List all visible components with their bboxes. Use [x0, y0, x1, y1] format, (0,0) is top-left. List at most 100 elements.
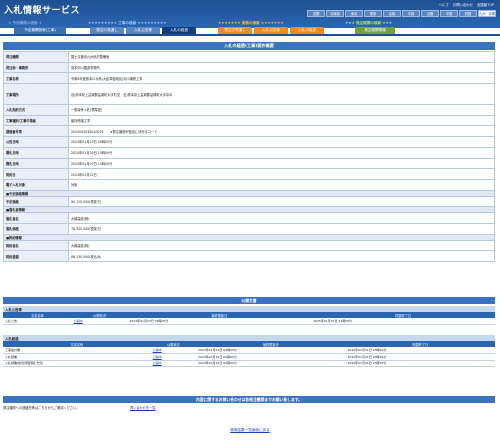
- table-row: 予定価格 90,120,000(税抜き): [3, 195, 495, 208]
- tab-construction-progress[interactable]: 入札の経過: [162, 27, 196, 34]
- back-to-results-link[interactable]: 検索結果一覧画面に戻る: [0, 428, 500, 433]
- row-value: 2024年02月22日: [68, 168, 495, 180]
- tab-construction-notice[interactable]: 入札公告等: [126, 27, 160, 34]
- tab-schedule-search[interactable]: 予定機関検索(工事): [14, 27, 66, 34]
- table-row: 発注機関 国土交通省九州地方整備局: [3, 51, 495, 63]
- region-tab-tohoku[interactable]: 東北: [345, 10, 363, 17]
- doc-name: 入札公告: [3, 318, 72, 325]
- row-label: 工事種別/工事の等級: [3, 114, 69, 127]
- doc-status-link[interactable]: 公開中: [150, 360, 197, 367]
- table-row: 工事種別/工事の等級 維持修繕工事: [3, 114, 495, 127]
- row-value: 自)熊本県上益城郡益城町大字杉堂 至)熊本県上益城郡益城町大字寺中: [68, 83, 495, 106]
- table-row: 開札日時 2024年01月30日 10時00分: [3, 146, 495, 159]
- row-label: 発注部・事務所: [3, 61, 69, 74]
- row-label: 予定価格: [3, 195, 69, 208]
- doc-name: 入札調書(総合評価落札方式): [3, 360, 151, 367]
- region-tab-chugoku[interactable]: 中国: [440, 10, 458, 17]
- table-row: 工事場所 自)熊本県上益城郡益城町大字杉堂 至)熊本県上益城郡益城町大字寺中: [3, 83, 495, 106]
- region-tabs: 全国 北海道 東北 関東 北陸 中部 近畿 中国 四国 九州・沖縄: [307, 10, 496, 17]
- row-label: 工事名称: [3, 72, 69, 85]
- table-row: 入札調書(総合評価落札方式) 公開中 2024年02月14日 09時00分 20…: [3, 360, 495, 367]
- table-row: 公告日時 2024年01月20日 09時00分: [3, 136, 495, 148]
- row-label: 落札者名: [3, 212, 69, 224]
- region-tab-national[interactable]: 全国: [307, 10, 325, 17]
- table-row: 発注部・事務所 熊本河川国道事務所: [3, 61, 495, 74]
- region-tab-shikoku[interactable]: 四国: [459, 10, 477, 17]
- row-label: 発注機関: [3, 51, 69, 63]
- row-value: 78,300,000(税抜き): [68, 222, 495, 235]
- table-row: 調達番号等 2024003030010019 ★発注機関が独自に決めるコード: [3, 125, 495, 138]
- table-row: 落札価格 78,300,000(税抜き): [3, 222, 495, 235]
- region-tab-hokkaido[interactable]: 北海道: [326, 10, 344, 17]
- tab-business-notice[interactable]: 入札公告等: [254, 27, 288, 34]
- row-value: 86,130,000(税込み): [68, 250, 495, 262]
- row-value: 大翼建設(株): [68, 212, 495, 224]
- row-value: 一般競争入札(標準型): [68, 104, 495, 116]
- row-value: 2024003030010019 ★発注機関が独自に決めるコード: [68, 125, 495, 138]
- documents-table-notice: 文書名称 公開状況 最終更新日 掲載終了日 入札公告 公開中 2024年01月2…: [3, 312, 495, 325]
- region-tab-kyushu[interactable]: 九州・沖縄: [478, 10, 496, 17]
- doc-status-link[interactable]: 公開中: [71, 318, 128, 325]
- tab-issuer-info[interactable]: 発注機関情報: [355, 27, 395, 34]
- region-tab-chubu[interactable]: 中部: [402, 10, 420, 17]
- contact-text: 発注機関への連絡先等はこちらからご確認ください。: [3, 406, 80, 410]
- category-schedule: ★ 予定機関の検索 ★: [8, 21, 43, 25]
- tab-business-outlook[interactable]: 発注の見通し: [218, 27, 252, 34]
- row-value: 令和6年度熊本川水系(大臣単独地区)河川補修工事: [68, 72, 495, 85]
- row-label: 入札契約方式: [3, 104, 69, 116]
- documents-title: 公開文書: [3, 297, 495, 304]
- row-value: 対象: [68, 178, 495, 191]
- table-row: 工事名称 令和6年度熊本川水系(大臣単独地区)河川補修工事: [3, 72, 495, 85]
- table-row: 契約者名 大翼建設(株): [3, 239, 495, 252]
- table-row: 契約日 2024年02月22日: [3, 168, 495, 180]
- region-tab-kinki[interactable]: 近畿: [421, 10, 439, 17]
- nav-divider: [0, 34, 500, 36]
- table-row: 入札公告 公開中 2024年01月23日 09時00分 2025年01月31日 …: [3, 318, 495, 325]
- row-value: 2024年01月20日 09時00分: [68, 136, 495, 148]
- row-label: 契約金額: [3, 250, 69, 262]
- top-links: ヘルプ お問い合わせ 全国版TOP: [439, 2, 494, 7]
- region-tab-hokuriku[interactable]: 北陸: [383, 10, 401, 17]
- row-value: 2024年01月30日 10時00分: [68, 146, 495, 159]
- documents-table-progress: 文書名称 公開状況 最終更新日 掲載終了日 工事設計書 公開中 2024年01月…: [3, 341, 495, 367]
- doc-updated: 2024年01月23日 09時00分: [127, 318, 312, 325]
- contact-list-link[interactable]: 問い合わせ先一覧: [130, 405, 156, 410]
- row-label: 開札日時: [3, 157, 69, 170]
- row-label: 工事場所: [3, 83, 69, 106]
- row-value: 熊本河川国道事務所: [68, 61, 495, 74]
- row-value: 90,120,000(税抜き): [68, 195, 495, 208]
- documents-block: 公開文書 入札公告等 文書名称 公開状況 最終更新日 掲載終了日 入札公告 公開…: [3, 297, 495, 367]
- row-label: 落札価格: [3, 222, 69, 235]
- table-row: 電子入札対象 対象: [3, 178, 495, 191]
- category-construction: ★★★★★★★★★ 工事の検索 ★★★★★★★★★: [88, 21, 167, 25]
- category-business: ★★★★★★★ 業務の検索 ★★★★★★★: [218, 21, 284, 25]
- region-tab-kanto[interactable]: 関東: [364, 10, 382, 17]
- row-label: 調達番号等: [3, 125, 69, 138]
- row-value: 大翼建設(株): [68, 239, 495, 252]
- table-row: 開札日時 2024年02月07日 10時00分: [3, 157, 495, 170]
- tab-construction-outlook[interactable]: 発注の見通し: [90, 27, 124, 34]
- row-value: 国土交通省九州地方整備局: [68, 51, 495, 63]
- detail-panel-title: 入札の経過(工事)案件概要: [3, 42, 495, 50]
- row-value: 2024年02月07日 10時00分: [68, 157, 495, 170]
- row-label: 公告日時: [3, 136, 69, 148]
- contact-link[interactable]: お問い合わせ: [453, 2, 473, 7]
- doc-end: 2025年01月31日 23時59分: [311, 318, 495, 325]
- row-label: 開札日時: [3, 146, 69, 159]
- doc-end: 2025年01月31日 23時59分: [345, 360, 495, 367]
- detail-table: 発注機関 国土交通省九州地方整備局 発注部・事務所 熊本河川国道事務所 工事名称 令和…: [3, 51, 495, 262]
- doc-updated: 2024年02月14日 09時00分: [196, 360, 346, 367]
- row-label: 契約日: [3, 168, 69, 180]
- tab-business-progress[interactable]: 入札の経過: [290, 27, 324, 34]
- table-row: 契約金額 86,130,000(税込み): [3, 250, 495, 262]
- row-label: 契約者名: [3, 239, 69, 252]
- row-value: 維持修繕工事: [68, 114, 495, 127]
- table-row: 落札者名 大翼建設(株): [3, 212, 495, 224]
- contact-banner: 内容に関するお問い合わせは各発注機関までお願い致します。: [3, 396, 495, 403]
- row-label: 電子入札対象: [3, 178, 69, 191]
- national-top-link[interactable]: 全国版TOP: [477, 2, 494, 7]
- category-issuer: ★★★ 発注機関の検索 ★★★: [345, 21, 392, 25]
- table-row: 入札契約方式 一般競争入札(標準型): [3, 104, 495, 116]
- app-title: 入札情報サービス: [4, 6, 81, 16]
- help-link[interactable]: ヘルプ: [439, 2, 449, 7]
